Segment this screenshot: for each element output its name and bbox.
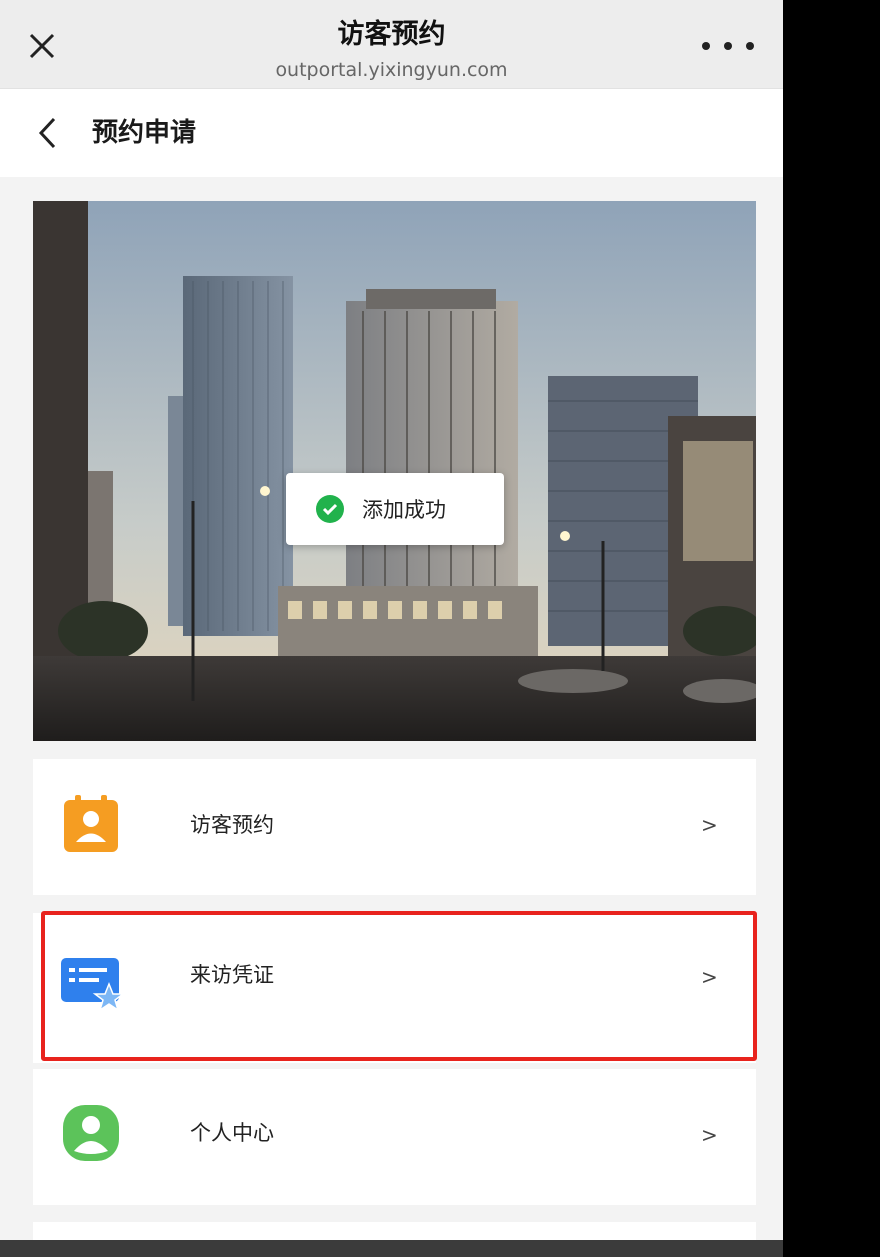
user-icon	[61, 1103, 121, 1163]
chevron-right-icon: >	[701, 813, 718, 837]
page-title: 预约申请	[92, 118, 197, 148]
menu-item-visitor-appointment[interactable]: 访客预约 >	[33, 759, 756, 895]
browser-url: outportal.yixingyun.com	[275, 59, 508, 81]
chevron-right-icon: >	[701, 1123, 718, 1147]
more-icon[interactable]	[702, 30, 754, 62]
browser-topbar: 访客预约 outportal.yixingyun.com	[0, 0, 783, 89]
browser-title: 访客预约	[337, 19, 446, 50]
toast-text: 添加成功	[362, 498, 446, 522]
check-circle-icon	[316, 495, 344, 523]
highlight-box	[41, 911, 757, 1061]
menu-item-personal-center[interactable]: 个人中心 >	[33, 1069, 756, 1205]
screen: 访客预约 outportal.yixingyun.com 预约申请 添加成功 访…	[0, 0, 783, 1257]
success-toast: 添加成功	[286, 473, 504, 545]
banner-image	[33, 201, 756, 741]
chevron-left-icon[interactable]	[30, 113, 66, 153]
menu-item-label: 访客预约	[190, 813, 274, 837]
visitor-calendar-icon	[61, 795, 121, 855]
menu-item-label: 个人中心	[190, 1121, 274, 1145]
page-header: 预约申请	[0, 89, 783, 177]
bottom-bar	[0, 1240, 783, 1257]
